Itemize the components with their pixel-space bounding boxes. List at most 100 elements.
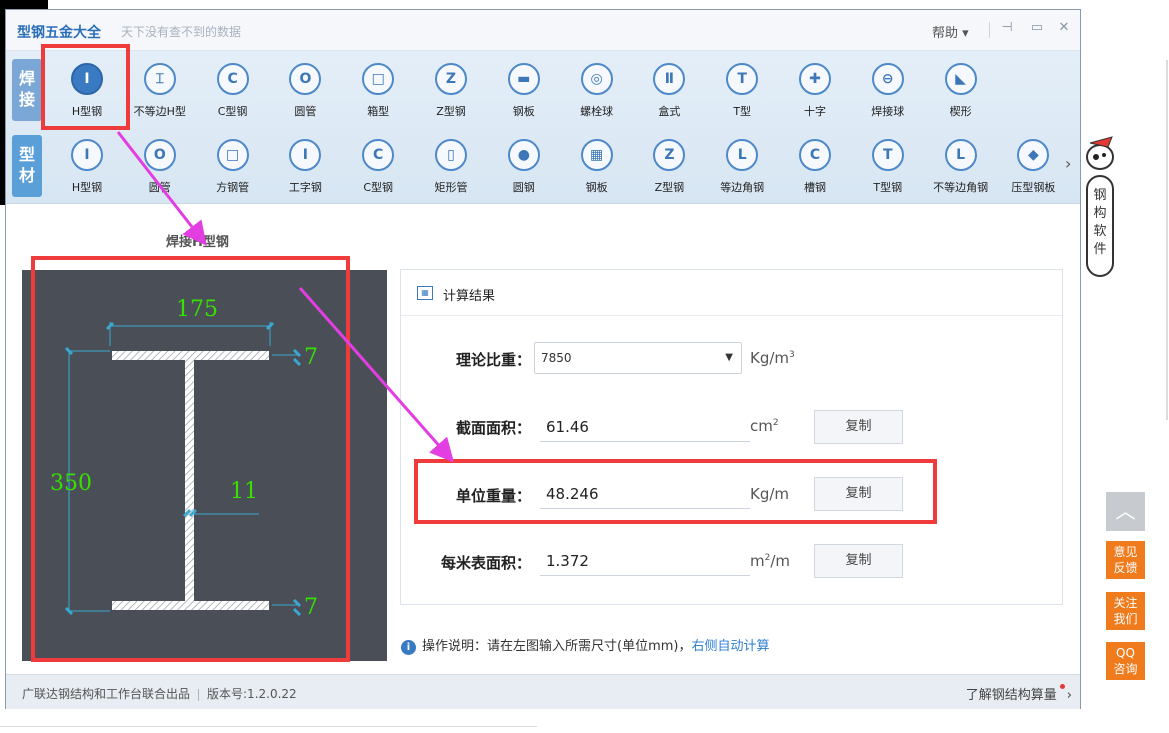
tool-row1-10[interactable]: ✚ 十字: [780, 59, 850, 125]
shape-icon: Ⅽ: [799, 139, 831, 171]
tool-row1-0[interactable]: I H型钢: [52, 59, 122, 125]
result-title: 计算结果: [443, 289, 496, 304]
shape-toolbar: 焊接 型材 I H型钢 ⌶ 不等边H型 C C型钢 O 圆管 □ 箱型 Z Z型钢 ▬ 钢板 ◎ 螺栓球 Ⅱ 盒式…: [6, 51, 1080, 204]
dim-flange-bottom-label[interactable]: 7: [304, 595, 318, 620]
tool-row2-13[interactable]: ◆ 压型钢板: [998, 135, 1068, 201]
tool-row2-5[interactable]: ▯ 矩形管: [416, 135, 486, 201]
tool-row2-7[interactable]: ▦ 钢板: [562, 135, 632, 201]
learn-more-link[interactable]: 了解钢结构算量 ›: [966, 684, 1072, 703]
h-beam-drawing: 175 350 11 7 7: [50, 297, 318, 620]
tool-row2-11[interactable]: T T型钢: [853, 135, 923, 201]
follow-button[interactable]: 关注 我们: [1106, 592, 1145, 630]
dim-flange-top-label[interactable]: 7: [304, 345, 318, 370]
shape-icon: Z: [653, 139, 686, 171]
shape-icon: I: [289, 139, 322, 171]
tool-row2-0[interactable]: I H型钢: [52, 135, 122, 201]
mascot-text-3: 软: [1093, 224, 1106, 239]
qq-consult-button[interactable]: QQ 咨询: [1106, 642, 1145, 680]
shape-icon: ⌶: [143, 63, 176, 95]
shape-icon: ◎: [580, 63, 613, 95]
bottom-flange: [112, 601, 269, 610]
back-to-top-button[interactable]: ︿: [1106, 492, 1145, 531]
density-select[interactable]: 7850 ▼: [534, 342, 742, 374]
close-icon[interactable]: ✕: [1056, 20, 1072, 36]
tool-row1-4[interactable]: □ 箱型: [343, 59, 413, 125]
tab-profile[interactable]: 型材: [12, 135, 42, 197]
tool-row1-6[interactable]: ▬ 钢板: [489, 59, 559, 125]
info-icon: i: [401, 640, 416, 655]
background-divider-right: [1166, 60, 1168, 420]
tool-row2-12[interactable]: L 不等边角钢: [926, 135, 996, 201]
tool-row2-1[interactable]: O 圆管: [125, 135, 195, 201]
title-bar[interactable]: 型钢五金大全 天下没有查不到的数据 帮助 ▾ ⊣ ▭ ✕: [6, 10, 1080, 51]
area-unit: cm2: [750, 417, 779, 435]
tool-label: 圆钢: [512, 181, 535, 194]
tool-label: 箱型: [367, 105, 390, 118]
feedback-button[interactable]: 意见 反馈: [1106, 541, 1145, 579]
shape-icon: L: [726, 139, 759, 171]
shape-icon: ▦: [580, 139, 613, 171]
shape-icon: ▬: [507, 63, 540, 95]
dim-height-label[interactable]: 350: [50, 471, 92, 496]
mascot-widget[interactable]: 钢 构 软 件: [1082, 131, 1142, 281]
shape-icon: ⊖: [871, 63, 904, 95]
result-panel: ▦ 计算结果 理论比重： 7850 ▼ Kg/m3 截面面积： 61.46 cm…: [400, 269, 1063, 605]
tool-row2-9[interactable]: L 等边角钢: [707, 135, 777, 201]
tool-row1-12[interactable]: ◣ 楔形: [926, 59, 996, 125]
tool-row2-10[interactable]: Ⅽ 槽钢: [780, 135, 850, 201]
tool-label: Z型钢: [436, 105, 466, 118]
tool-row2-8[interactable]: Z Z型钢: [634, 135, 704, 201]
copy-surface-button[interactable]: 复制: [814, 544, 903, 578]
tool-label: 盒式: [658, 105, 681, 118]
shape-icon: □: [362, 63, 395, 95]
tool-row1-7[interactable]: ◎ 螺栓球: [562, 59, 632, 125]
tool-row1-9[interactable]: T T型: [707, 59, 777, 125]
shape-icon: O: [289, 63, 322, 95]
tool-row2-6[interactable]: ● 圆钢: [489, 135, 559, 201]
background-strip: [0, 0, 1169, 8]
tool-row1-2[interactable]: C C型钢: [198, 59, 268, 125]
title-separator: [989, 22, 990, 38]
help-menu-button[interactable]: 帮助 ▾: [932, 22, 969, 41]
tool-row2-4[interactable]: C C型钢: [343, 135, 413, 201]
tool-label: 方钢管: [216, 181, 250, 194]
shape-icon: ✚: [799, 63, 831, 95]
background-divider: [0, 726, 537, 727]
dim-web-label[interactable]: 11: [230, 479, 258, 504]
tool-label: 焊接球: [871, 105, 905, 118]
weight-value: 48.246: [540, 479, 750, 509]
mascot-text-2: 构: [1093, 206, 1106, 221]
tool-row2-3[interactable]: I 工字钢: [270, 135, 340, 201]
tool-row2-2[interactable]: □ 方钢管: [198, 135, 268, 201]
tool-label: 钢板: [512, 105, 535, 118]
tab-weld[interactable]: 焊接: [12, 59, 42, 121]
dim-width-label[interactable]: 175: [176, 297, 218, 322]
surface-label: 每米表面积：: [440, 554, 531, 572]
copy-weight-button[interactable]: 复制: [814, 477, 903, 511]
shape-icon: Ⅱ: [653, 63, 686, 95]
tool-row1-8[interactable]: Ⅱ 盒式: [634, 59, 704, 125]
density-label: 理论比重：: [455, 351, 531, 369]
mascot-text-1: 钢: [1093, 188, 1106, 203]
shape-icon: C: [216, 63, 249, 95]
section-drawing-panel: 175 350 11 7 7: [22, 270, 387, 661]
shape-icon: L: [944, 139, 977, 171]
minimize-icon[interactable]: ▭: [1029, 20, 1045, 36]
tool-label: C型钢: [217, 105, 248, 118]
chevron-right-icon[interactable]: ›: [1065, 154, 1071, 173]
shape-icon: ◣: [944, 63, 977, 95]
status-credit: 广联达钢结构和工作台联合出品 版本号:1.2.0.22: [22, 687, 297, 701]
tool-row1-11[interactable]: ⊖ 焊接球: [853, 59, 923, 125]
auto-calc-link[interactable]: 右侧自动计算: [691, 639, 769, 654]
shape-icon: ▯: [435, 139, 467, 171]
shape-icon: T: [871, 139, 904, 171]
tool-row1-5[interactable]: Z Z型钢: [416, 59, 486, 125]
surface-value: 1.372: [540, 546, 750, 576]
density-unit: Kg/m3: [750, 349, 795, 367]
tool-row1-1[interactable]: ⌶ 不等边H型: [125, 59, 195, 125]
pin-icon[interactable]: ⊣: [999, 20, 1015, 36]
tool-label: 十字: [804, 105, 826, 118]
copy-area-button[interactable]: 复制: [814, 410, 903, 444]
tool-row1-3[interactable]: O 圆管: [270, 59, 340, 125]
main-content: 焊接H型钢 175 350 11 7 7 ▦ 计算结果 理论比重： 7850 ▼…: [6, 204, 1080, 674]
